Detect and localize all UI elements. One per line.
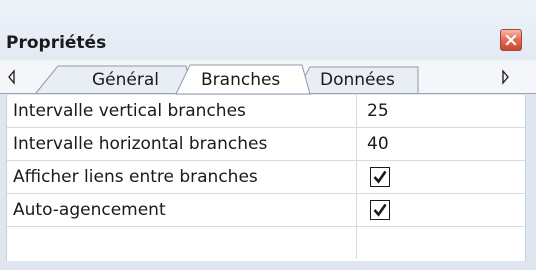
property-row[interactable]: Auto-agencement	[7, 194, 525, 227]
tab-scroll-right-button[interactable]	[497, 66, 513, 88]
property-name-cell: Intervalle vertical branches	[7, 95, 357, 127]
property-checkbox[interactable]	[370, 200, 390, 220]
tab-branches[interactable]: Branches	[201, 70, 280, 90]
property-row[interactable]: Afficher liens entre branches	[7, 161, 525, 194]
property-name-cell: Intervalle horizontal branches	[7, 128, 357, 160]
tab-general[interactable]: Général	[92, 70, 159, 90]
close-button[interactable]	[500, 29, 522, 51]
property-name-cell: Afficher liens entre branches	[7, 161, 357, 193]
chevron-right-icon	[502, 69, 509, 85]
check-icon	[373, 170, 387, 184]
property-name: Intervalle vertical branches	[13, 101, 246, 121]
property-value[interactable]: 25	[367, 101, 389, 121]
property-name: Intervalle horizontal branches	[13, 134, 268, 154]
check-icon	[373, 203, 387, 217]
property-value-cell[interactable]	[357, 194, 525, 226]
tab-scroll-left-button[interactable]	[4, 66, 20, 88]
property-name-cell: Auto-agencement	[7, 194, 357, 226]
properties-panel: Propriétés Général Branches Données Inte…	[0, 0, 536, 270]
panel-title: Propriétés	[6, 33, 107, 53]
property-grid: Intervalle vertical branches 25 Interval…	[6, 95, 526, 261]
property-row[interactable]: Intervalle horizontal branches 40	[7, 128, 525, 161]
close-icon	[505, 34, 517, 46]
property-value[interactable]: 40	[367, 134, 389, 154]
property-value-cell[interactable]	[357, 161, 525, 193]
property-checkbox[interactable]	[370, 167, 390, 187]
property-value-cell[interactable]: 40	[357, 128, 525, 160]
property-name: Auto-agencement	[13, 200, 166, 220]
property-row[interactable]: Intervalle vertical branches 25	[7, 95, 525, 128]
property-name: Afficher liens entre branches	[13, 167, 258, 187]
tab-donnees[interactable]: Données	[320, 70, 395, 90]
empty-value-cell	[357, 227, 525, 259]
chevron-left-icon	[8, 69, 15, 85]
empty-name-cell	[7, 227, 357, 259]
property-value-cell[interactable]: 25	[357, 95, 525, 127]
empty-row	[7, 227, 525, 260]
